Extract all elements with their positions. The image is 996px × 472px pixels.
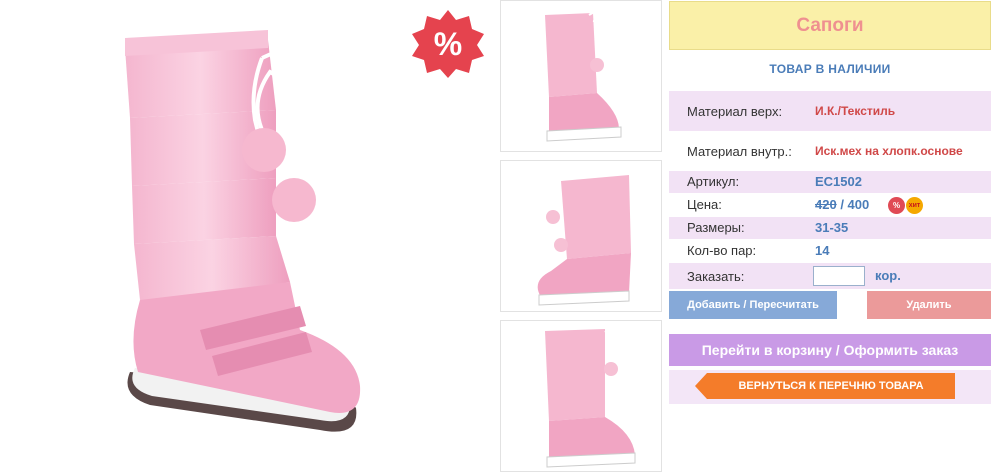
sale-badge: % <box>412 8 484 80</box>
current-price: 400 <box>847 197 870 212</box>
detail-row-article: Артикул: EC1502 <box>669 171 991 193</box>
old-price: 420 <box>815 197 837 212</box>
price-label: Цена: <box>687 197 722 212</box>
back-to-list-label: ВЕРНУТЬСЯ К ПЕРЕЧНЮ ТОВАРА <box>738 380 924 392</box>
delete-button[interactable]: Удалить <box>867 291 991 319</box>
detail-row-price: Цена: 420 / 400 % хит <box>669 193 991 217</box>
detail-value: EC1502 <box>815 174 862 189</box>
checkout-button[interactable]: Перейти в корзину / Оформить заказ <box>669 334 991 366</box>
price-separator: / <box>836 197 848 212</box>
sale-badge-symbol: % <box>434 26 462 62</box>
order-label: Заказать: <box>687 269 745 284</box>
detail-value: И.К./Текстиль <box>815 104 896 118</box>
add-recalculate-button[interactable]: Добавить / Пересчитать <box>669 291 837 319</box>
price-value: 420 / 400 <box>815 197 869 212</box>
thumbnail-1[interactable] <box>500 0 662 152</box>
sale-mini-badge-icon: % <box>888 197 905 214</box>
availability-status: ТОВАР В НАЛИЧИИ <box>769 62 891 76</box>
pairs-value: 14 <box>815 243 830 258</box>
thumbnail-3[interactable] <box>500 320 662 472</box>
detail-row-material-top: Материал верх: И.К./Текстиль <box>669 91 991 131</box>
sizes-label: Размеры: <box>687 220 745 235</box>
back-to-list-button[interactable]: ВЕРНУТЬСЯ К ПЕРЕЧНЮ ТОВАРА <box>695 373 955 399</box>
sizes-value: 31-35 <box>815 220 849 235</box>
order-quantity-input[interactable] <box>813 266 865 286</box>
thumbnail-2[interactable] <box>500 160 662 312</box>
product-info-panel: Сапоги ТОВАР В НАЛИЧИИ Материал верх: И.… <box>669 0 991 472</box>
order-unit: кор. <box>875 268 901 283</box>
detail-row-sizes: Размеры: 31-35 <box>669 217 991 239</box>
detail-row-pairs: Кол-во пар: 14 <box>669 239 991 263</box>
detail-row-material-inner: Материал внутр.: Иск.мех на хлопк.основе <box>669 131 991 171</box>
detail-label: Материал внутр.: <box>687 144 792 159</box>
hit-badge-icon: хит <box>906 197 923 214</box>
detail-value: Иск.мех на хлопк.основе <box>815 144 963 158</box>
back-row: ВЕРНУТЬСЯ К ПЕРЕЧНЮ ТОВАРА <box>669 370 991 404</box>
pairs-label: Кол-во пар: <box>687 243 757 258</box>
detail-label: Материал верх: <box>687 104 783 119</box>
product-title: Сапоги <box>796 15 864 36</box>
product-title-box: Сапоги <box>669 1 991 50</box>
back-arrow-icon <box>695 373 707 399</box>
detail-row-order: Заказать: кор. <box>669 263 991 289</box>
detail-label: Артикул: <box>687 174 740 189</box>
